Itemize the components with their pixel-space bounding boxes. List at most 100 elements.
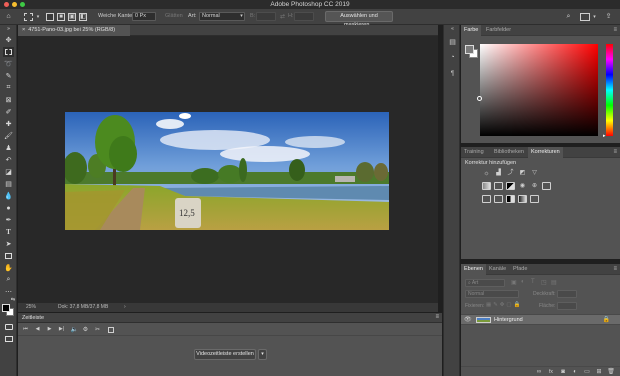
- tab-layers[interactable]: Ebenen: [461, 264, 486, 275]
- swap-colors-icon[interactable]: ⇆: [10, 297, 16, 303]
- chevron-down-icon[interactable]: ▾: [35, 13, 41, 21]
- gradient-tool-icon[interactable]: ▤: [3, 179, 14, 189]
- tab-adjustments[interactable]: Korrekturen: [528, 147, 563, 158]
- filter-type-icon[interactable]: T: [531, 279, 535, 285]
- curves-icon[interactable]: ⤴: [506, 169, 515, 177]
- feather-input[interactable]: 0 Px: [132, 12, 156, 21]
- posterize-icon[interactable]: [494, 195, 503, 203]
- select-and-mask-button[interactable]: Auswählen und maskieren...: [325, 11, 393, 28]
- channel-mixer-icon[interactable]: ⊕: [530, 182, 539, 190]
- lock-icons[interactable]: ▦✎✥▢🔒: [486, 302, 522, 308]
- filter-shape-icon[interactable]: ◳: [541, 279, 547, 286]
- rect-marquee-preset-icon[interactable]: [24, 13, 33, 21]
- clone-stamp-tool-icon[interactable]: ♟: [3, 143, 14, 153]
- color-picker-field[interactable]: [477, 44, 598, 136]
- selective-color-icon[interactable]: [530, 195, 539, 203]
- document-canvas[interactable]: 12,5: [18, 36, 438, 303]
- brush-tool-icon[interactable]: 🖌: [3, 131, 14, 141]
- color-lookup-icon[interactable]: [542, 182, 551, 190]
- exposure-icon[interactable]: ◩: [518, 169, 527, 177]
- history-brush-tool-icon[interactable]: ↶: [3, 155, 14, 165]
- chevron-down-icon[interactable]: ▾: [592, 14, 597, 20]
- new-layer-icon[interactable]: ⊞: [595, 368, 603, 376]
- quick-selection-tool-icon[interactable]: ✎: [3, 71, 14, 81]
- workspace-icon[interactable]: [580, 13, 590, 21]
- create-video-timeline-button[interactable]: Videozeitleiste erstellen: [194, 349, 256, 360]
- foreground-color-swatch[interactable]: [2, 304, 10, 312]
- healing-brush-tool-icon[interactable]: ✚: [3, 119, 14, 129]
- collapse-tools-icon[interactable]: »: [3, 26, 14, 32]
- audio-icon[interactable]: 🔈: [71, 326, 78, 333]
- prev-frame-icon[interactable]: ◀: [34, 326, 41, 333]
- properties-panel-icon[interactable]: ◔: [448, 53, 457, 62]
- settings-icon[interactable]: ⚙: [82, 326, 89, 333]
- filter-smart-object-icon[interactable]: ▤: [551, 279, 557, 286]
- new-selection-icon[interactable]: [46, 13, 54, 21]
- tab-swatches[interactable]: Farbfelder: [483, 25, 514, 36]
- fill-input[interactable]: [557, 302, 577, 310]
- zoom-tool-icon[interactable]: ⌕: [3, 275, 14, 285]
- play-icon[interactable]: ▶: [46, 326, 53, 333]
- screen-mode-icon[interactable]: [3, 334, 14, 344]
- timeline-mode-dropdown[interactable]: ▾: [258, 349, 267, 360]
- pen-tool-icon[interactable]: ✒: [3, 215, 14, 225]
- hue-saturation-icon[interactable]: [482, 182, 491, 190]
- transition-icon[interactable]: [107, 326, 114, 333]
- threshold-icon[interactable]: [506, 195, 515, 203]
- status-menu-arrow[interactable]: ›: [124, 304, 126, 310]
- subtract-from-selection-icon[interactable]: ▣: [68, 13, 76, 21]
- close-icon[interactable]: ×: [22, 27, 25, 33]
- hand-tool-icon[interactable]: ✋: [3, 263, 14, 273]
- new-adjustment-layer-icon[interactable]: ◐: [571, 368, 579, 376]
- marquee-tool-icon[interactable]: [3, 47, 14, 57]
- document-tab[interactable]: × 4751-Pano-03.jpg bei 25% (RGB/8): [18, 25, 130, 36]
- intersect-selection-icon[interactable]: ◧: [79, 13, 87, 21]
- layer-row[interactable]: 👁 Hintergrund 🔒: [461, 314, 620, 325]
- more-tools-icon[interactable]: ⋯: [3, 287, 14, 297]
- blend-mode-select[interactable]: Normal: [465, 290, 519, 298]
- panel-menu-icon[interactable]: ≡: [613, 27, 617, 33]
- layer-style-icon[interactable]: fx: [547, 368, 555, 376]
- tab-libraries[interactable]: Bibliotheken: [491, 147, 527, 158]
- eraser-tool-icon[interactable]: ◪: [3, 167, 14, 177]
- rectangle-tool-icon[interactable]: [3, 251, 14, 261]
- search-icon[interactable]: ⌕: [564, 12, 573, 21]
- frame-tool-icon[interactable]: ⊠: [3, 95, 14, 105]
- next-frame-icon[interactable]: ▶|: [58, 326, 65, 333]
- tab-color[interactable]: Farbe: [461, 25, 482, 36]
- levels-icon[interactable]: ▟: [494, 169, 503, 177]
- vibrance-icon[interactable]: ▽: [530, 169, 539, 177]
- add-to-selection-icon[interactable]: ■: [57, 13, 65, 21]
- zoom-level[interactable]: 25%: [26, 304, 36, 310]
- tab-channels[interactable]: Kanäle: [486, 264, 509, 275]
- width-input[interactable]: [256, 12, 276, 21]
- black-white-icon[interactable]: [506, 182, 515, 190]
- first-frame-icon[interactable]: ⏮: [22, 326, 29, 333]
- tab-paths[interactable]: Pfade: [510, 264, 530, 275]
- share-icon[interactable]: ⇪: [604, 12, 613, 21]
- split-icon[interactable]: ✂: [94, 326, 101, 333]
- swap-dimensions-icon[interactable]: ⇄: [279, 13, 286, 21]
- tab-training[interactable]: Training: [461, 147, 487, 158]
- height-input[interactable]: [294, 12, 314, 21]
- eyedropper-tool-icon[interactable]: ✐: [3, 107, 14, 117]
- quick-mask-icon[interactable]: [3, 322, 14, 332]
- filter-adjustment-icon[interactable]: ◐: [521, 279, 525, 285]
- layer-filter-select[interactable]: ⌕ Art: [465, 279, 505, 287]
- collapse-panels-icon[interactable]: «: [448, 26, 457, 32]
- blur-tool-icon[interactable]: 💧: [3, 191, 14, 201]
- lasso-tool-icon[interactable]: ➰: [3, 59, 14, 69]
- opacity-input[interactable]: [557, 290, 577, 298]
- crop-tool-icon[interactable]: ⌗: [3, 83, 14, 93]
- dodge-tool-icon[interactable]: ●: [3, 203, 14, 213]
- gradient-map-icon[interactable]: [518, 195, 527, 203]
- invert-icon[interactable]: [482, 195, 491, 203]
- new-group-icon[interactable]: ▭: [583, 368, 591, 376]
- type-tool-icon[interactable]: T: [3, 227, 14, 237]
- hue-slider-handle[interactable]: ▸: [603, 133, 606, 139]
- link-layers-icon[interactable]: ∞: [535, 368, 543, 376]
- home-icon[interactable]: ⌂: [4, 12, 13, 21]
- color-balance-icon[interactable]: [494, 182, 503, 190]
- move-tool-icon[interactable]: ✥: [3, 35, 14, 45]
- visibility-eye-icon[interactable]: 👁: [464, 316, 472, 323]
